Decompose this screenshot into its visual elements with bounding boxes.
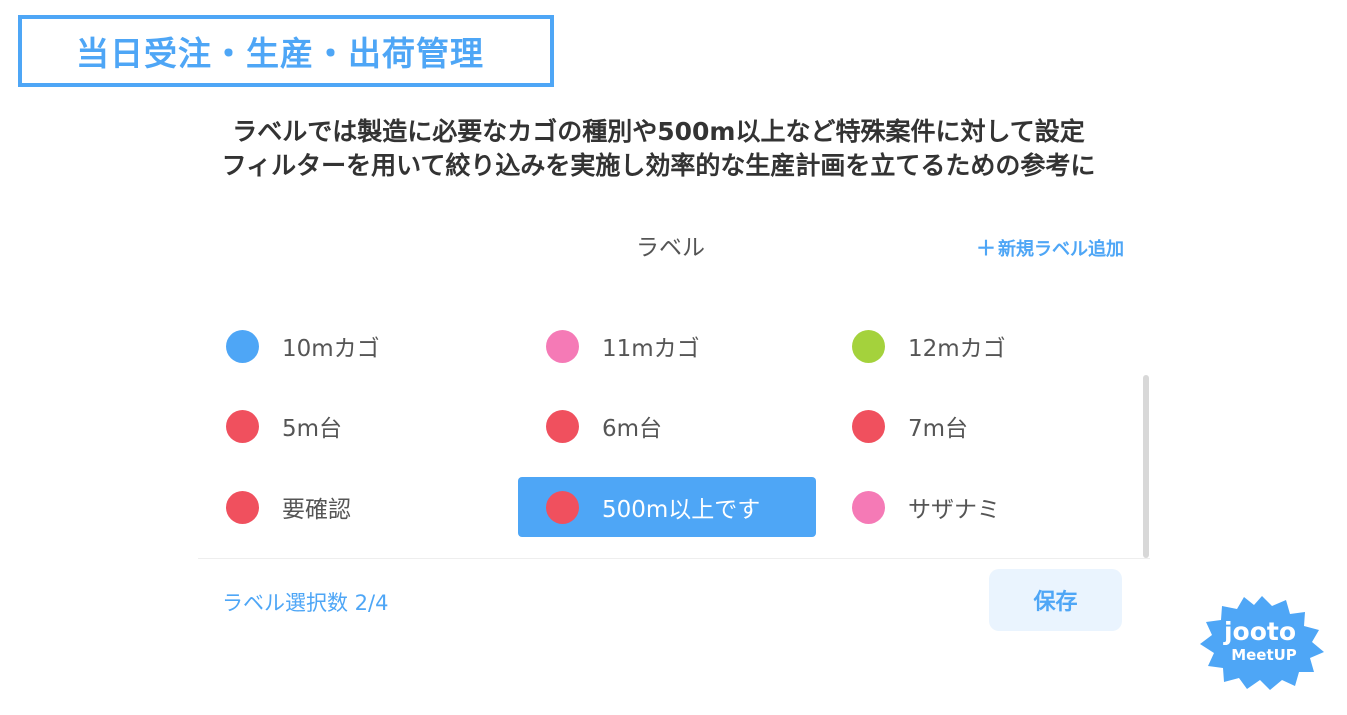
label-item-6m-dai[interactable]: 6m台 <box>518 396 816 456</box>
panel-title: ラベル <box>636 235 705 261</box>
label-name: 10mカゴ <box>282 336 380 362</box>
label-item-youkakunin[interactable]: 要確認 <box>198 477 496 537</box>
label-color-dot <box>226 329 259 363</box>
label-item-7m-dai[interactable]: 7m台 <box>824 396 1122 456</box>
label-name: サザナミ <box>908 497 1000 523</box>
label-list-scrollbar[interactable] <box>1143 375 1149 558</box>
label-item-11m-kago[interactable]: 11mカゴ <box>518 316 816 376</box>
label-color-dot <box>226 490 259 524</box>
label-name: 5m台 <box>282 416 343 442</box>
plus-icon: ＋ <box>976 236 996 260</box>
label-color-dot <box>226 409 259 443</box>
label-item-12m-kago[interactable]: 12mカゴ <box>824 316 1122 376</box>
label-color-dot <box>852 490 885 524</box>
label-name: 要確認 <box>282 497 351 523</box>
label-color-dot <box>546 490 579 524</box>
label-color-dot <box>852 329 885 363</box>
label-item-5m-dai[interactable]: 5m台 <box>198 396 496 456</box>
label-item-500m-ijou[interactable]: 500m以上です <box>518 477 816 537</box>
label-panel: ラベル ＋新規ラベル追加 10mカゴ 11mカゴ 12mカゴ 5m台 6m台 7… <box>198 202 1150 642</box>
label-name: 500m以上です <box>602 497 761 523</box>
label-name: 6m台 <box>602 416 663 442</box>
jooto-meetup-logo: jooto MeetUP <box>1200 596 1324 690</box>
label-color-dot <box>852 409 885 443</box>
label-item-sazanami[interactable]: サザナミ <box>824 477 1122 537</box>
label-name: 7m台 <box>908 416 969 442</box>
label-name: 11mカゴ <box>602 336 700 362</box>
footer-divider <box>198 558 1150 559</box>
save-button[interactable]: 保存 <box>989 569 1122 631</box>
label-item-10m-kago[interactable]: 10mカゴ <box>198 316 496 376</box>
logo-text-sub: MeetUP <box>1231 646 1297 664</box>
add-label-button[interactable]: ＋新規ラベル追加 <box>976 232 1124 261</box>
label-name: 12mカゴ <box>908 336 1006 362</box>
slide-title: 当日受注・生産・出荷管理 <box>18 15 554 87</box>
selection-count: ラベル選択数 2/4 <box>222 591 389 615</box>
label-color-dot <box>546 409 579 443</box>
slide-subtitle-line1: ラベルでは製造に必要なカゴの種別や500m以上など特殊案件に対して設定 <box>232 117 1085 146</box>
add-label-text: 新規ラベル追加 <box>998 239 1124 260</box>
slide-subtitle-line2: フィルターを用いて絞り込みを実施し効率的な生産計画を立てるための参考に <box>221 151 1096 180</box>
label-color-dot <box>546 329 579 363</box>
logo-text-main: jooto <box>1223 617 1296 646</box>
